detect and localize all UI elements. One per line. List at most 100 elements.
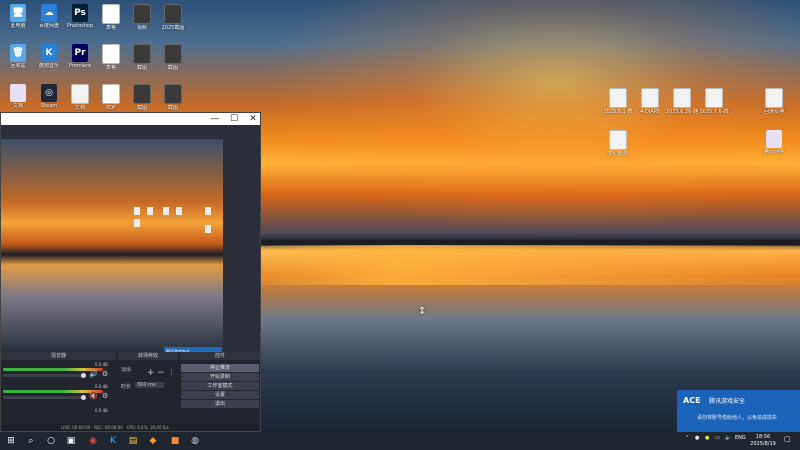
file-icon: [164, 84, 182, 104]
duration-input[interactable]: 300 ms: [135, 382, 164, 388]
file-icon: S: [102, 4, 120, 24]
volume-slider[interactable]: [3, 374, 83, 377]
obs-status-bar: LIVE: 00:00:00 REC: 00:00:00 CPU: 0.4%, …: [1, 424, 260, 431]
desktop-icon[interactable]: 4-DIARY: [632, 88, 668, 115]
minimize-icon[interactable]: —: [206, 113, 224, 125]
desktop-icon-label: 2025.6.26-随: [665, 109, 699, 115]
mixer-db: 0.0 dB: [95, 384, 108, 389]
gear-icon[interactable]: ⚙: [102, 370, 108, 378]
search-icon[interactable]: ⌕: [24, 434, 38, 448]
desktop-icon[interactable]: 2025截图: [155, 4, 191, 31]
obs-icon[interactable]: ◍: [188, 434, 202, 448]
file-icon: [765, 88, 783, 108]
audio-meter: [3, 368, 103, 371]
cortana-icon[interactable]: ○: [44, 434, 58, 448]
preview-icon: [134, 219, 140, 227]
volume-icon[interactable]: 🔈: [725, 435, 731, 441]
muted-speaker-icon[interactable]: 🔇: [89, 392, 98, 400]
preview-icon: [147, 207, 153, 215]
desktop-icon[interactable]: 回演女神: [756, 88, 792, 115]
toast-message: 请勿将账号借给他人，以免造成损失: [697, 415, 778, 421]
file-icon: Pr: [72, 44, 88, 62]
obs-preview[interactable]: 腾讯游戏安全: [1, 139, 223, 371]
file-icon: [609, 130, 627, 150]
file-icon: [133, 84, 151, 104]
gear-icon[interactable]: ⚙: [102, 392, 108, 400]
desktop-icon-label: 4-DIARY: [640, 109, 660, 115]
file-icon: P: [102, 84, 120, 104]
ace-logo-icon: ACE: [683, 396, 701, 405]
clock[interactable]: 18:56 2025/8/19: [748, 434, 778, 448]
date: 2025/8/19: [750, 441, 776, 447]
obs-title-bar[interactable]: — ☐ ✕: [1, 113, 260, 125]
desktop-icon[interactable]: 腾讯网络: [756, 130, 792, 155]
file-icon: [164, 4, 182, 24]
desktop-icon-label: 2025.8.1-表: [603, 109, 633, 115]
preview-icon: [205, 207, 211, 215]
network-icon[interactable]: ▭: [715, 435, 720, 441]
exit-button[interactable]: 退出: [181, 400, 259, 408]
preview-icon: [134, 207, 140, 215]
task-view-icon[interactable]: ▣: [64, 434, 78, 448]
volume-knob[interactable]: [81, 373, 86, 378]
file-icon: Ps: [72, 4, 88, 22]
mouse-cursor-icon: ⇕: [418, 306, 427, 317]
sunset-sky: [260, 0, 800, 240]
stop-stream-button[interactable]: 停止推流: [181, 364, 259, 372]
settings-button[interactable]: 设置: [181, 391, 259, 399]
close-icon[interactable]: ✕: [244, 113, 262, 125]
maximize-icon[interactable]: ☐: [225, 113, 243, 125]
mixer-db: 0.0 dB: [95, 362, 108, 367]
desktop-icon[interactable]: 2025.8.1-表: [600, 88, 636, 115]
file-icon: ◎: [41, 84, 57, 102]
file-explorer-icon[interactable]: ▤: [126, 434, 140, 448]
start-recording-button[interactable]: 开始录制: [181, 373, 259, 381]
volume-slider[interactable]: [3, 396, 83, 399]
file-icon: [71, 84, 89, 104]
notification-icon[interactable]: ▢: [784, 435, 791, 443]
speaker-icon[interactable]: 🔊: [89, 370, 98, 378]
toast-title: 腾讯游戏安全: [709, 398, 746, 405]
volume-knob[interactable]: [81, 395, 86, 400]
transition-select[interactable]: 淡出: [121, 366, 131, 373]
studio-mode-button[interactable]: 工作室模式: [181, 382, 259, 390]
chrome-icon[interactable]: ◉: [86, 434, 100, 448]
controls-dock-title: 控件: [180, 352, 260, 360]
desktop-icon[interactable]: 2025.7.6-四: [696, 88, 732, 115]
app-icon[interactable]: ◆: [146, 434, 160, 448]
desktop-icon-label: 截图: [167, 105, 178, 111]
file-icon: [133, 44, 151, 64]
desktop-icon[interactable]: 截图: [155, 44, 191, 71]
file-icon: [609, 88, 627, 108]
preview-icon: [176, 207, 182, 215]
windows-start-icon[interactable]: ⊞: [4, 434, 18, 448]
desktop-icon-label: 截图: [167, 65, 178, 71]
water-reflection: [260, 245, 800, 285]
obs-window: — ☐ ✕ 腾讯游戏安全 混音器 转场特效 控件 0.0 dB 🔊 ⚙ 0.0 …: [0, 112, 261, 432]
mic-icon[interactable]: ●: [695, 435, 699, 441]
cpu-readout: CPU: 0.4%, 30.00 fps: [126, 425, 169, 430]
file-icon: [10, 84, 26, 102]
desktop-icon-label: 2025.7.6-四: [699, 109, 729, 115]
kugou-icon[interactable]: K: [106, 434, 120, 448]
file-icon: [766, 130, 782, 148]
file-icon: S: [102, 44, 120, 64]
app-icon[interactable]: ■: [168, 434, 182, 448]
mixer-db: 0.0 dB: [95, 408, 108, 413]
desktop-icon-label: 2025截图: [161, 25, 185, 31]
more-icon[interactable]: ⋮: [168, 368, 175, 376]
tray-app-icon[interactable]: ●: [705, 435, 709, 441]
language-indicator[interactable]: ENG: [735, 435, 746, 441]
desktop-icon[interactable]: 2025.6.26-随: [664, 88, 700, 115]
file-icon: [673, 88, 691, 108]
desktop-icon-label: 回演女神: [763, 109, 784, 115]
notification-toast[interactable]: ACE 腾讯游戏安全 请勿将账号借给他人，以免造成损失: [677, 390, 800, 432]
duration-label: 时长: [121, 384, 132, 390]
live-timer: LIVE: 00:00:00: [61, 425, 91, 430]
file-icon: [164, 44, 182, 64]
chevron-up-icon[interactable]: ⌃: [685, 435, 689, 441]
add-icon[interactable]: +: [147, 368, 155, 378]
desktop-icon[interactable]: 梦幻剧游: [600, 130, 636, 157]
desktop-icon[interactable]: 截图: [155, 84, 191, 111]
remove-icon[interactable]: −: [157, 368, 165, 378]
